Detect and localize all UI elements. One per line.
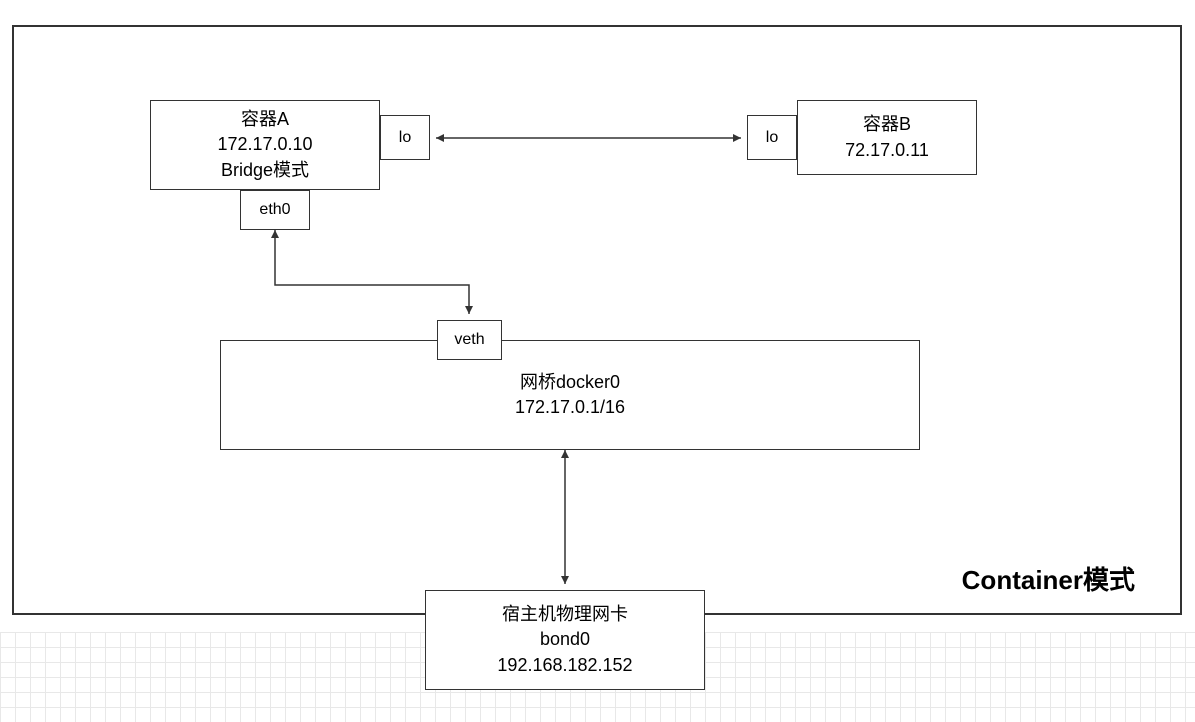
bridge-veth-label: veth xyxy=(454,331,484,349)
bridge-box: 网桥docker0 172.17.0.1/16 xyxy=(220,340,920,450)
container-a-mode: Bridge模式 xyxy=(221,158,309,183)
container-a-eth0-box: eth0 xyxy=(240,190,310,230)
bridge-cidr: 172.17.0.1/16 xyxy=(515,395,625,420)
container-b-name: 容器B xyxy=(863,112,911,137)
container-a-box: 容器A 172.17.0.10 Bridge模式 xyxy=(150,100,380,190)
container-b-ip: 72.17.0.11 xyxy=(845,138,929,163)
container-a-ip: 172.17.0.10 xyxy=(217,132,312,157)
host-nic-desc: 宿主机物理网卡 xyxy=(502,602,628,627)
host-nic-ip: 192.168.182.152 xyxy=(497,653,632,678)
container-b-lo-box: lo xyxy=(747,115,797,160)
container-b-box: 容器B 72.17.0.11 xyxy=(797,100,977,175)
container-a-lo-label: lo xyxy=(399,129,411,147)
container-a-name: 容器A xyxy=(241,107,289,132)
container-b-lo-label: lo xyxy=(766,129,778,147)
host-nic-box: 宿主机物理网卡 bond0 192.168.182.152 xyxy=(425,590,705,690)
mode-title: Container模式 xyxy=(962,560,1135,597)
container-a-lo-box: lo xyxy=(380,115,430,160)
container-a-eth0-label: eth0 xyxy=(259,201,290,219)
bridge-name: 网桥docker0 xyxy=(520,370,620,395)
host-nic-dev: bond0 xyxy=(540,627,590,652)
bridge-veth-box: veth xyxy=(437,320,502,360)
